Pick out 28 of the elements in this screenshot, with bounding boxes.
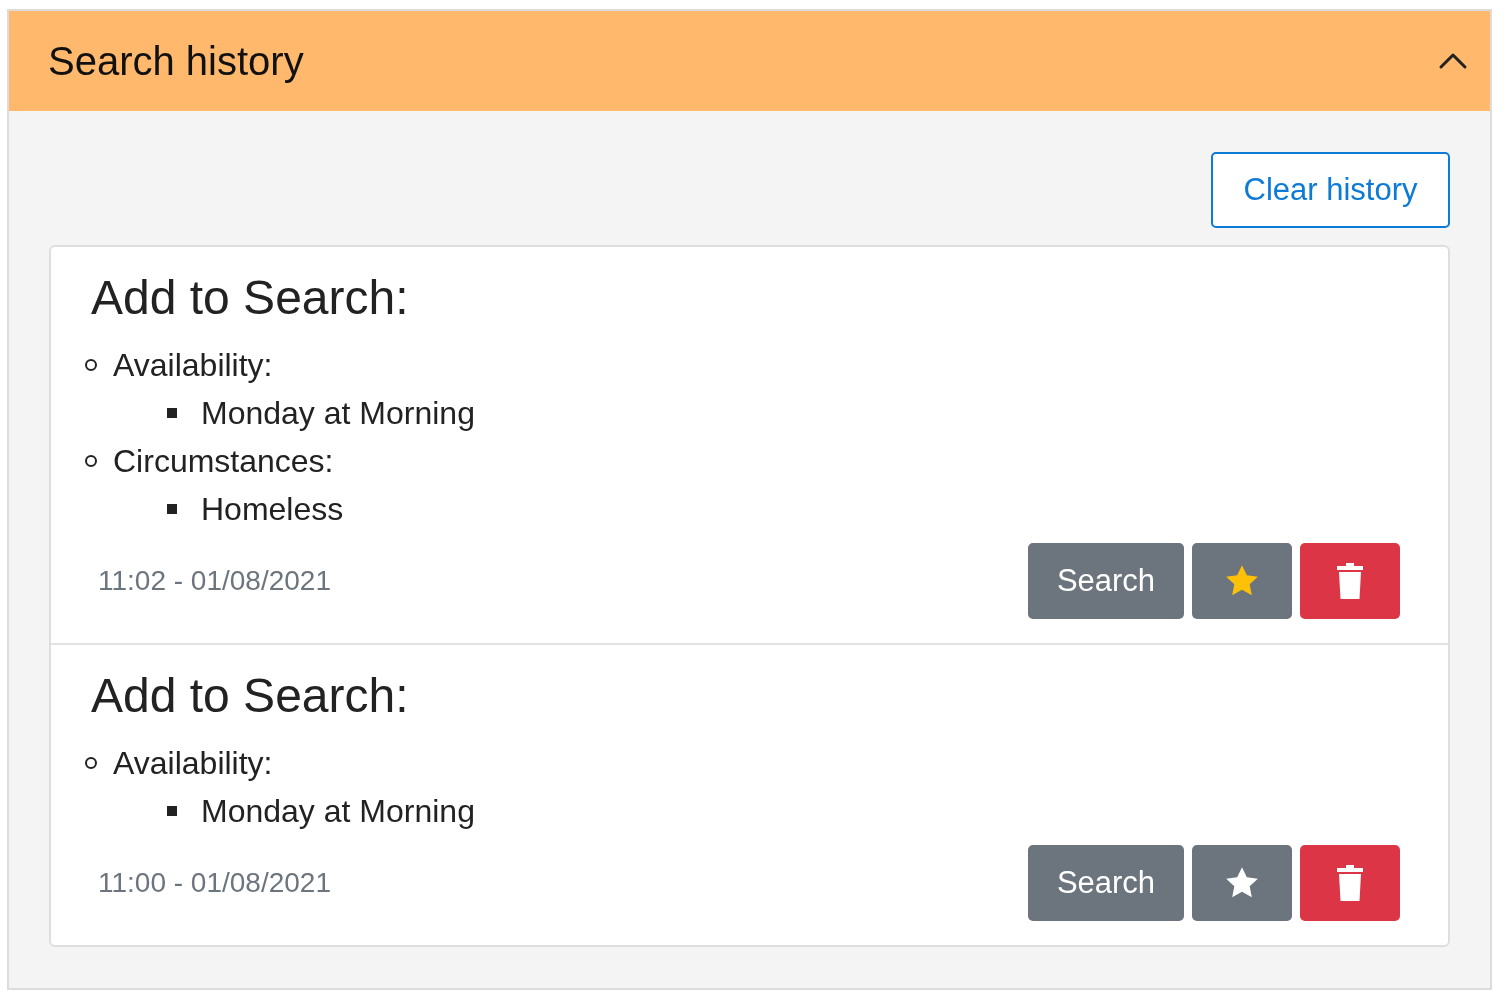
entry-heading: Add to Search:: [91, 668, 410, 724]
panel-title: Search history: [48, 38, 304, 85]
delete-button[interactable]: [1300, 845, 1400, 921]
chevron-up-icon[interactable]: [1438, 52, 1468, 70]
clear-history-button[interactable]: Clear history: [1211, 152, 1450, 228]
criterion-text: Circumstances:: [113, 442, 334, 481]
trash-icon: [1337, 865, 1363, 901]
trash-icon: [1337, 563, 1363, 599]
delete-button[interactable]: [1300, 543, 1400, 619]
circle-bullet-icon: [85, 455, 97, 467]
criterion-text: Availability:: [113, 744, 273, 783]
favorite-button[interactable]: [1192, 543, 1292, 619]
search-button[interactable]: Search: [1028, 845, 1184, 921]
criterion-text: Availability:: [113, 346, 273, 385]
panel-header[interactable]: Search history: [9, 11, 1490, 111]
circle-bullet-icon: [85, 757, 97, 769]
favorite-button[interactable]: [1192, 845, 1292, 921]
criterion-text: Monday at Morning: [201, 792, 475, 831]
search-button[interactable]: Search: [1028, 543, 1184, 619]
square-bullet-icon: [167, 504, 177, 514]
timestamp: 11:00 - 01/08/2021: [98, 866, 331, 900]
square-bullet-icon: [167, 408, 177, 418]
entry-heading: Add to Search:: [91, 270, 410, 326]
timestamp: 11:02 - 01/08/2021: [98, 564, 331, 598]
criterion-text: Monday at Morning: [201, 394, 475, 433]
circle-bullet-icon: [85, 359, 97, 371]
square-bullet-icon: [167, 806, 177, 816]
criterion-text: Homeless: [201, 490, 344, 529]
